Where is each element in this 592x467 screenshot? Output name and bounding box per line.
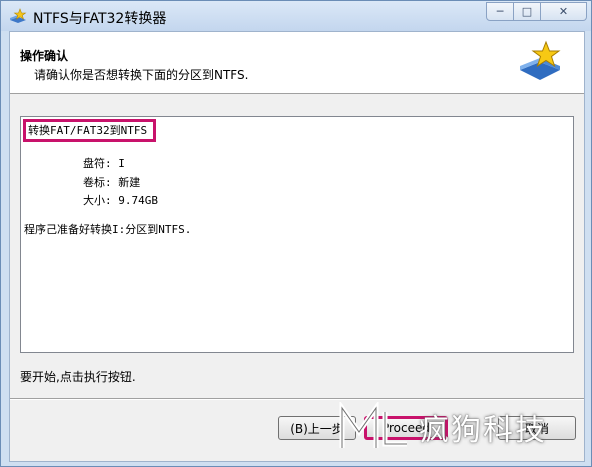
converter-window: NTFS与FAT32转换器 ─ □ ✕ 操作确认 请确认你是否想转换下面的分区到… [0, 0, 592, 467]
ready-status: 程序己准备好转换I:分区到NTFS. [24, 223, 192, 236]
drive-letter-label: 盘符: [83, 157, 112, 170]
maximize-button[interactable]: □ [514, 2, 541, 21]
size-row: 大小: 9.74GB [83, 192, 158, 208]
title-bar[interactable]: NTFS与FAT32转换器 ─ □ ✕ [1, 1, 591, 31]
drive-letter-row: 盘符: I [83, 155, 125, 171]
volume-label-label: 卷标: [83, 176, 112, 189]
window-controls: ─ □ ✕ [486, 2, 587, 22]
back-button[interactable]: (B)上一步 [278, 416, 356, 440]
close-icon: ✕ [558, 5, 569, 18]
operation-title: 转换FAT/FAT32到NTFS [23, 119, 157, 142]
dialog-body: 操作确认 请确认你是否想转换下面的分区到NTFS. 转换FAT/FAT32到NT… [9, 31, 585, 462]
proceed-button[interactable]: Proceed [364, 416, 448, 440]
operation-summary: 转换FAT/FAT32到NTFS 盘符: I 卷标: 新建 大小: 9.74GB… [20, 116, 574, 353]
cancel-button[interactable]: 取消 [498, 416, 576, 440]
wizard-header: 操作确认 请确认你是否想转换下面的分区到NTFS. [10, 32, 584, 94]
size-label: 大小: [83, 194, 112, 207]
drive-letter-value: I [118, 157, 125, 170]
start-hint: 要开始,点击执行按钮. [20, 370, 136, 384]
minimize-icon: ─ [496, 5, 504, 18]
minimize-button[interactable]: ─ [486, 2, 514, 21]
size-value: 9.74GB [118, 194, 158, 207]
maximize-icon: □ [521, 5, 533, 18]
volume-label-value: 新建 [118, 176, 141, 189]
wizard-star-icon [520, 40, 561, 80]
volume-label-row: 卷标: 新建 [83, 174, 140, 190]
close-button[interactable]: ✕ [541, 2, 587, 21]
header-title: 操作确认 [20, 49, 69, 63]
app-icon [10, 8, 27, 23]
footer-separator [10, 398, 584, 400]
window-title: NTFS与FAT32转换器 [33, 11, 167, 27]
header-subtitle: 请确认你是否想转换下面的分区到NTFS. [34, 68, 249, 82]
